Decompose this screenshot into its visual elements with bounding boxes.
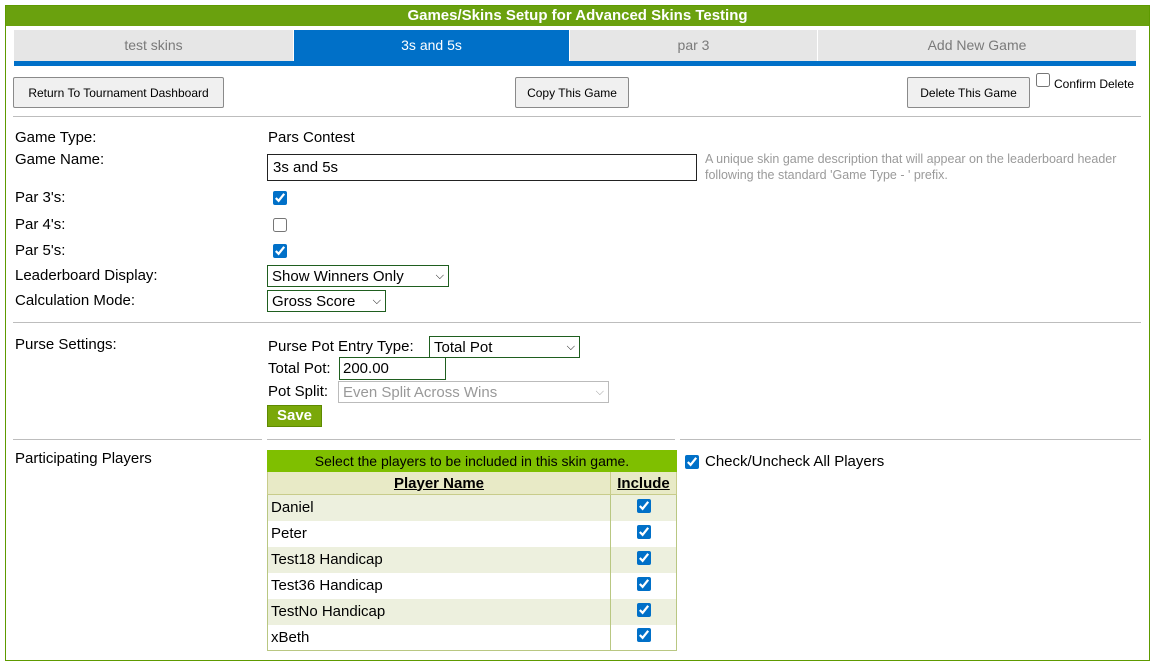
table-row: Daniel (267, 494, 677, 521)
leaderboard-display-label: Leaderboard Display: (15, 267, 158, 284)
include-checkbox[interactable] (636, 602, 651, 617)
total-pot-label: Total Pot: (268, 360, 331, 377)
game-tabs: test skins 3s and 5s par 3 Add New Game (14, 30, 1136, 66)
calculation-mode-label: Calculation Mode: (15, 292, 136, 309)
pot-split-value: Even Split Across Wins (343, 383, 498, 401)
player-name: Daniel (267, 494, 611, 521)
purse-entry-type-value: Total Pot (434, 338, 493, 356)
pot-split-select[interactable]: Even Split Across Wins ⌵ (338, 381, 609, 403)
include-header[interactable]: Include (610, 471, 677, 495)
check-all-checkbox[interactable] (685, 454, 699, 469)
delete-game-button[interactable]: Delete This Game (907, 77, 1030, 108)
purse-entry-type-select[interactable]: Total Pot ⌵ (429, 336, 580, 358)
divider (267, 439, 675, 440)
table-row: Peter (267, 520, 677, 547)
par5-label: Par 5's: (15, 242, 66, 259)
chevron-down-icon: ⌵ (595, 385, 604, 398)
game-name-input[interactable] (267, 154, 697, 181)
table-row: xBeth (267, 624, 677, 651)
leaderboard-display-select[interactable]: Show Winners Only ⌵ (267, 265, 449, 287)
total-pot-input[interactable] (339, 357, 446, 380)
divider (13, 116, 1141, 117)
confirm-delete: Confirm Delete (1036, 73, 1135, 91)
table-row: TestNo Handicap (267, 598, 677, 625)
players-table: Select the players to be included in thi… (267, 450, 677, 651)
par4-checkbox[interactable] (273, 218, 287, 232)
players-table-caption: Select the players to be included in thi… (267, 450, 677, 472)
purse-entry-type-label: Purse Pot Entry Type: (268, 338, 414, 355)
include-checkbox[interactable] (636, 576, 651, 591)
check-all-label: Check/Uncheck All Players (705, 453, 885, 470)
par3-checkbox[interactable] (273, 191, 287, 205)
include-checkbox[interactable] (636, 524, 651, 539)
game-type-label: Game Type: (15, 129, 97, 146)
copy-game-button[interactable]: Copy This Game (515, 77, 629, 108)
game-name-hint: A unique skin game description that will… (705, 152, 1117, 182)
par3-label: Par 3's: (15, 189, 66, 206)
save-button[interactable]: Save (267, 405, 322, 427)
player-name: Test18 Handicap (267, 546, 611, 573)
par4-label: Par 4's: (15, 216, 66, 233)
participating-players-label: Participating Players (15, 450, 152, 467)
calculation-mode-value: Gross Score (272, 292, 356, 310)
table-row: Test18 Handicap (267, 546, 677, 573)
include-checkbox[interactable] (636, 628, 651, 643)
chevron-down-icon: ⌵ (372, 294, 381, 307)
divider (680, 439, 1141, 440)
chevron-down-icon: ⌵ (435, 269, 444, 282)
chevron-down-icon: ⌵ (566, 340, 575, 353)
page-title: Games/Skins Setup for Advanced Skins Tes… (6, 6, 1149, 26)
tab-3s-and-5s[interactable]: 3s and 5s (294, 30, 570, 61)
table-row: Test36 Handicap (267, 572, 677, 599)
game-name-label: Game Name: (15, 151, 105, 168)
check-all-players: Check/Uncheck All Players (685, 453, 884, 470)
confirm-delete-checkbox[interactable] (1036, 73, 1050, 87)
pot-split-label: Pot Split: (268, 383, 329, 400)
divider (13, 322, 1141, 323)
player-name: TestNo Handicap (267, 598, 611, 625)
calculation-mode-select[interactable]: Gross Score ⌵ (267, 290, 386, 312)
tab-add-new-game[interactable]: Add New Game (818, 30, 1136, 61)
player-name: Test36 Handicap (267, 572, 611, 599)
player-name: Peter (267, 520, 611, 547)
player-name-header[interactable]: Player Name (267, 471, 611, 495)
leaderboard-display-value: Show Winners Only (272, 267, 404, 285)
return-dashboard-button[interactable]: Return To Tournament Dashboard (13, 77, 224, 108)
include-checkbox[interactable] (636, 550, 651, 565)
tab-par-3[interactable]: par 3 (570, 30, 818, 61)
par5-checkbox[interactable] (273, 244, 287, 258)
divider (13, 439, 262, 440)
include-checkbox[interactable] (636, 498, 651, 513)
tab-test-skins[interactable]: test skins (14, 30, 294, 61)
game-type-value: Pars Contest (268, 129, 355, 146)
confirm-delete-label: Confirm Delete (1054, 77, 1135, 91)
purse-settings-label: Purse Settings: (15, 336, 117, 353)
player-name: xBeth (267, 624, 611, 651)
